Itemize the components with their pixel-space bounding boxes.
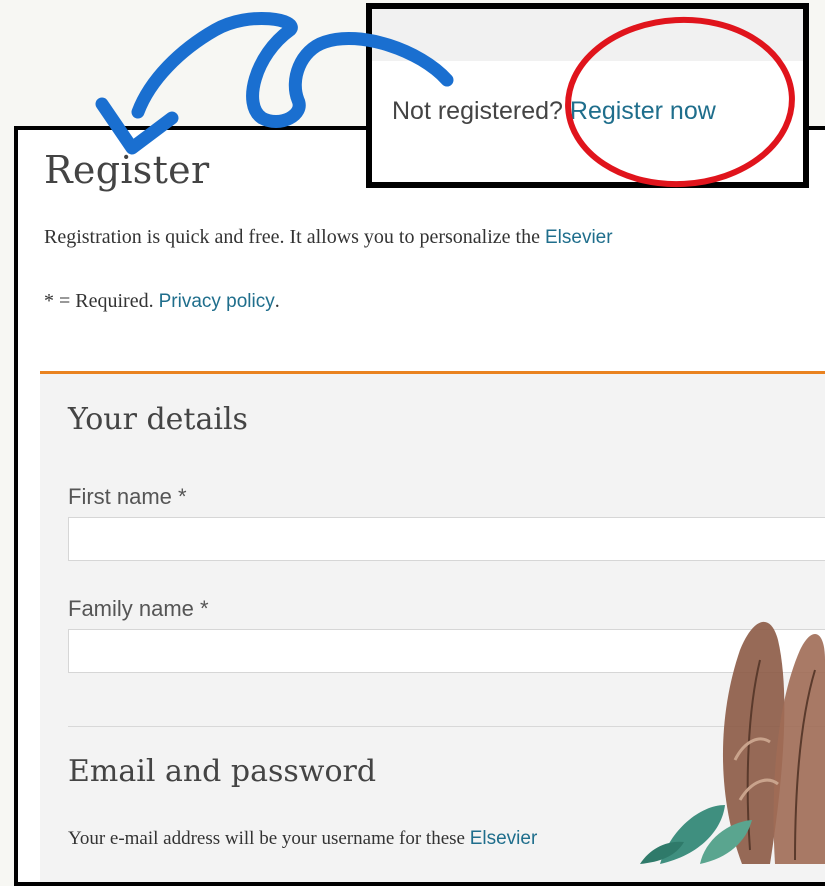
leaf-decoration-icon (640, 805, 752, 864)
